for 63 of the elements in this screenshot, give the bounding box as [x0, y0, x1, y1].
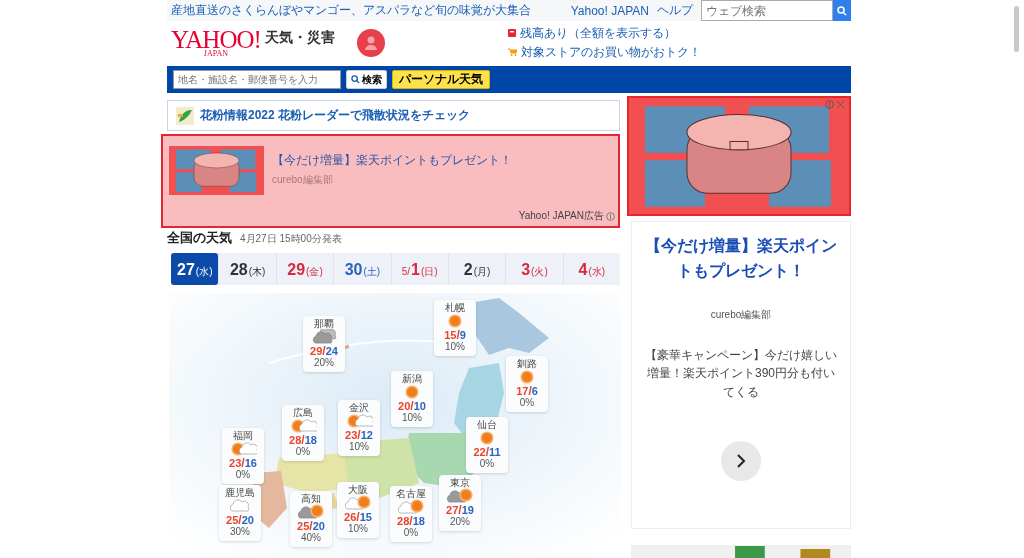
city-weather-card[interactable]: 名古屋 28/18 0% — [390, 486, 432, 542]
date-tab[interactable]: 29(金) — [275, 253, 334, 285]
date-tab[interactable]: 5/1(日) — [390, 253, 448, 285]
date-tab[interactable]: 30(土) — [333, 253, 391, 285]
close-icon[interactable] — [836, 100, 845, 109]
date-tab[interactable]: 28(木) — [218, 253, 276, 285]
weather-icon — [310, 329, 338, 345]
ad-title[interactable]: 【今だけ増量】楽天ポイントもプレゼント！ — [272, 152, 512, 169]
city-weather-card[interactable]: 福岡 23/16 0% — [222, 428, 264, 484]
personal-weather-button[interactable]: パーソナル天気 — [392, 70, 490, 89]
city-weather-card[interactable]: 鹿児島 25/20 30% — [219, 485, 261, 541]
city-weather-card[interactable]: 広島 28/18 0% — [282, 405, 324, 461]
ad-description: 【豪華キャンペーン】今だけ嬉しい増量！楽天ポイント390円分も付いてくる — [644, 346, 838, 401]
location-field[interactable]: 地名・施設名・郵便番号を入力 — [173, 70, 341, 89]
city-weather-card[interactable]: 金沢 23/12 10% — [338, 400, 380, 456]
notice-link[interactable]: 残高あり（全額を表示する） — [508, 24, 701, 42]
scrollbar[interactable] — [1014, 6, 1019, 52]
web-search-field[interactable]: ウェブ検索 — [701, 0, 833, 21]
service-title: 天気・災害 — [264, 28, 335, 47]
weather-icon — [345, 413, 373, 429]
date-tab[interactable]: 3(火) — [505, 253, 563, 285]
top-link[interactable]: Yahoo! JAPAN — [570, 3, 649, 18]
search-button[interactable]: 検索 — [346, 70, 387, 89]
search-icon — [837, 5, 847, 16]
info-icon[interactable] — [606, 212, 615, 221]
city-weather-card[interactable]: 仙台 22/11 0% — [466, 417, 508, 473]
city-weather-card[interactable]: 高知 25/20 40% — [290, 491, 332, 547]
issued-time: 4月27日 15時00分発表 — [240, 232, 342, 246]
weather-icon — [297, 504, 325, 520]
notice-link[interactable]: 対象ストアのお買い物がおトク！ — [508, 43, 701, 61]
section-title: 全国の天気 — [167, 229, 232, 247]
city-weather-card[interactable]: 札幌 15/9 10% — [434, 300, 476, 356]
next-button[interactable] — [721, 441, 761, 482]
weather-icon — [289, 418, 317, 434]
search-button[interactable] — [833, 0, 851, 21]
ad-source: curebo編集部 — [272, 173, 334, 187]
ad-banner[interactable]: 【今だけ増量】楽天ポイントもプレゼント！ curebo編集部 Yahoo! JAPAN広告 — [161, 134, 620, 228]
city-weather-card[interactable]: 釧路 17/6 0% — [506, 356, 548, 412]
city-weather-card[interactable]: 那覇 29/24 20% — [303, 316, 345, 372]
logo[interactable]: YAHOO! JAPAN — [171, 27, 261, 58]
avatar-icon[interactable] — [356, 28, 385, 57]
weather-icon — [446, 488, 474, 504]
date-tab[interactable]: 2(月) — [447, 253, 506, 285]
date-tab[interactable]: 27(水) — [171, 253, 219, 285]
cart-icon — [508, 48, 517, 56]
date-tab[interactable]: 4(水) — [562, 253, 620, 285]
weather-icon — [397, 499, 425, 515]
top-link[interactable]: ヘルプ — [657, 2, 693, 19]
chevron-right-icon — [736, 453, 746, 470]
weather-icon — [344, 495, 372, 511]
promo-link[interactable]: 産地直送のさくらんぼやマンゴー、アスパラなど旬の味覚が大集合 — [171, 2, 563, 19]
city-weather-card[interactable]: 新潟 20/10 10% — [391, 371, 433, 427]
city-weather-card[interactable]: 大阪 26/15 10% — [337, 482, 379, 538]
search-icon — [351, 75, 360, 84]
card-icon — [508, 29, 516, 37]
ad-source: curebo編集部 — [710, 307, 772, 322]
ad-title[interactable]: 【今だけ増量】楽天ポイントもプレゼント！ — [632, 234, 850, 284]
ad-label: Yahoo! JAPAN広告 — [518, 209, 604, 223]
weather-icon — [229, 441, 257, 457]
city-weather-card[interactable]: 東京 27/19 20% — [439, 475, 481, 531]
pollen-banner[interactable]: 花粉情報2022 花粉レーダーで飛散状況をチェック — [167, 100, 620, 131]
info-icon[interactable] — [825, 100, 834, 109]
leaf-icon — [176, 106, 194, 125]
